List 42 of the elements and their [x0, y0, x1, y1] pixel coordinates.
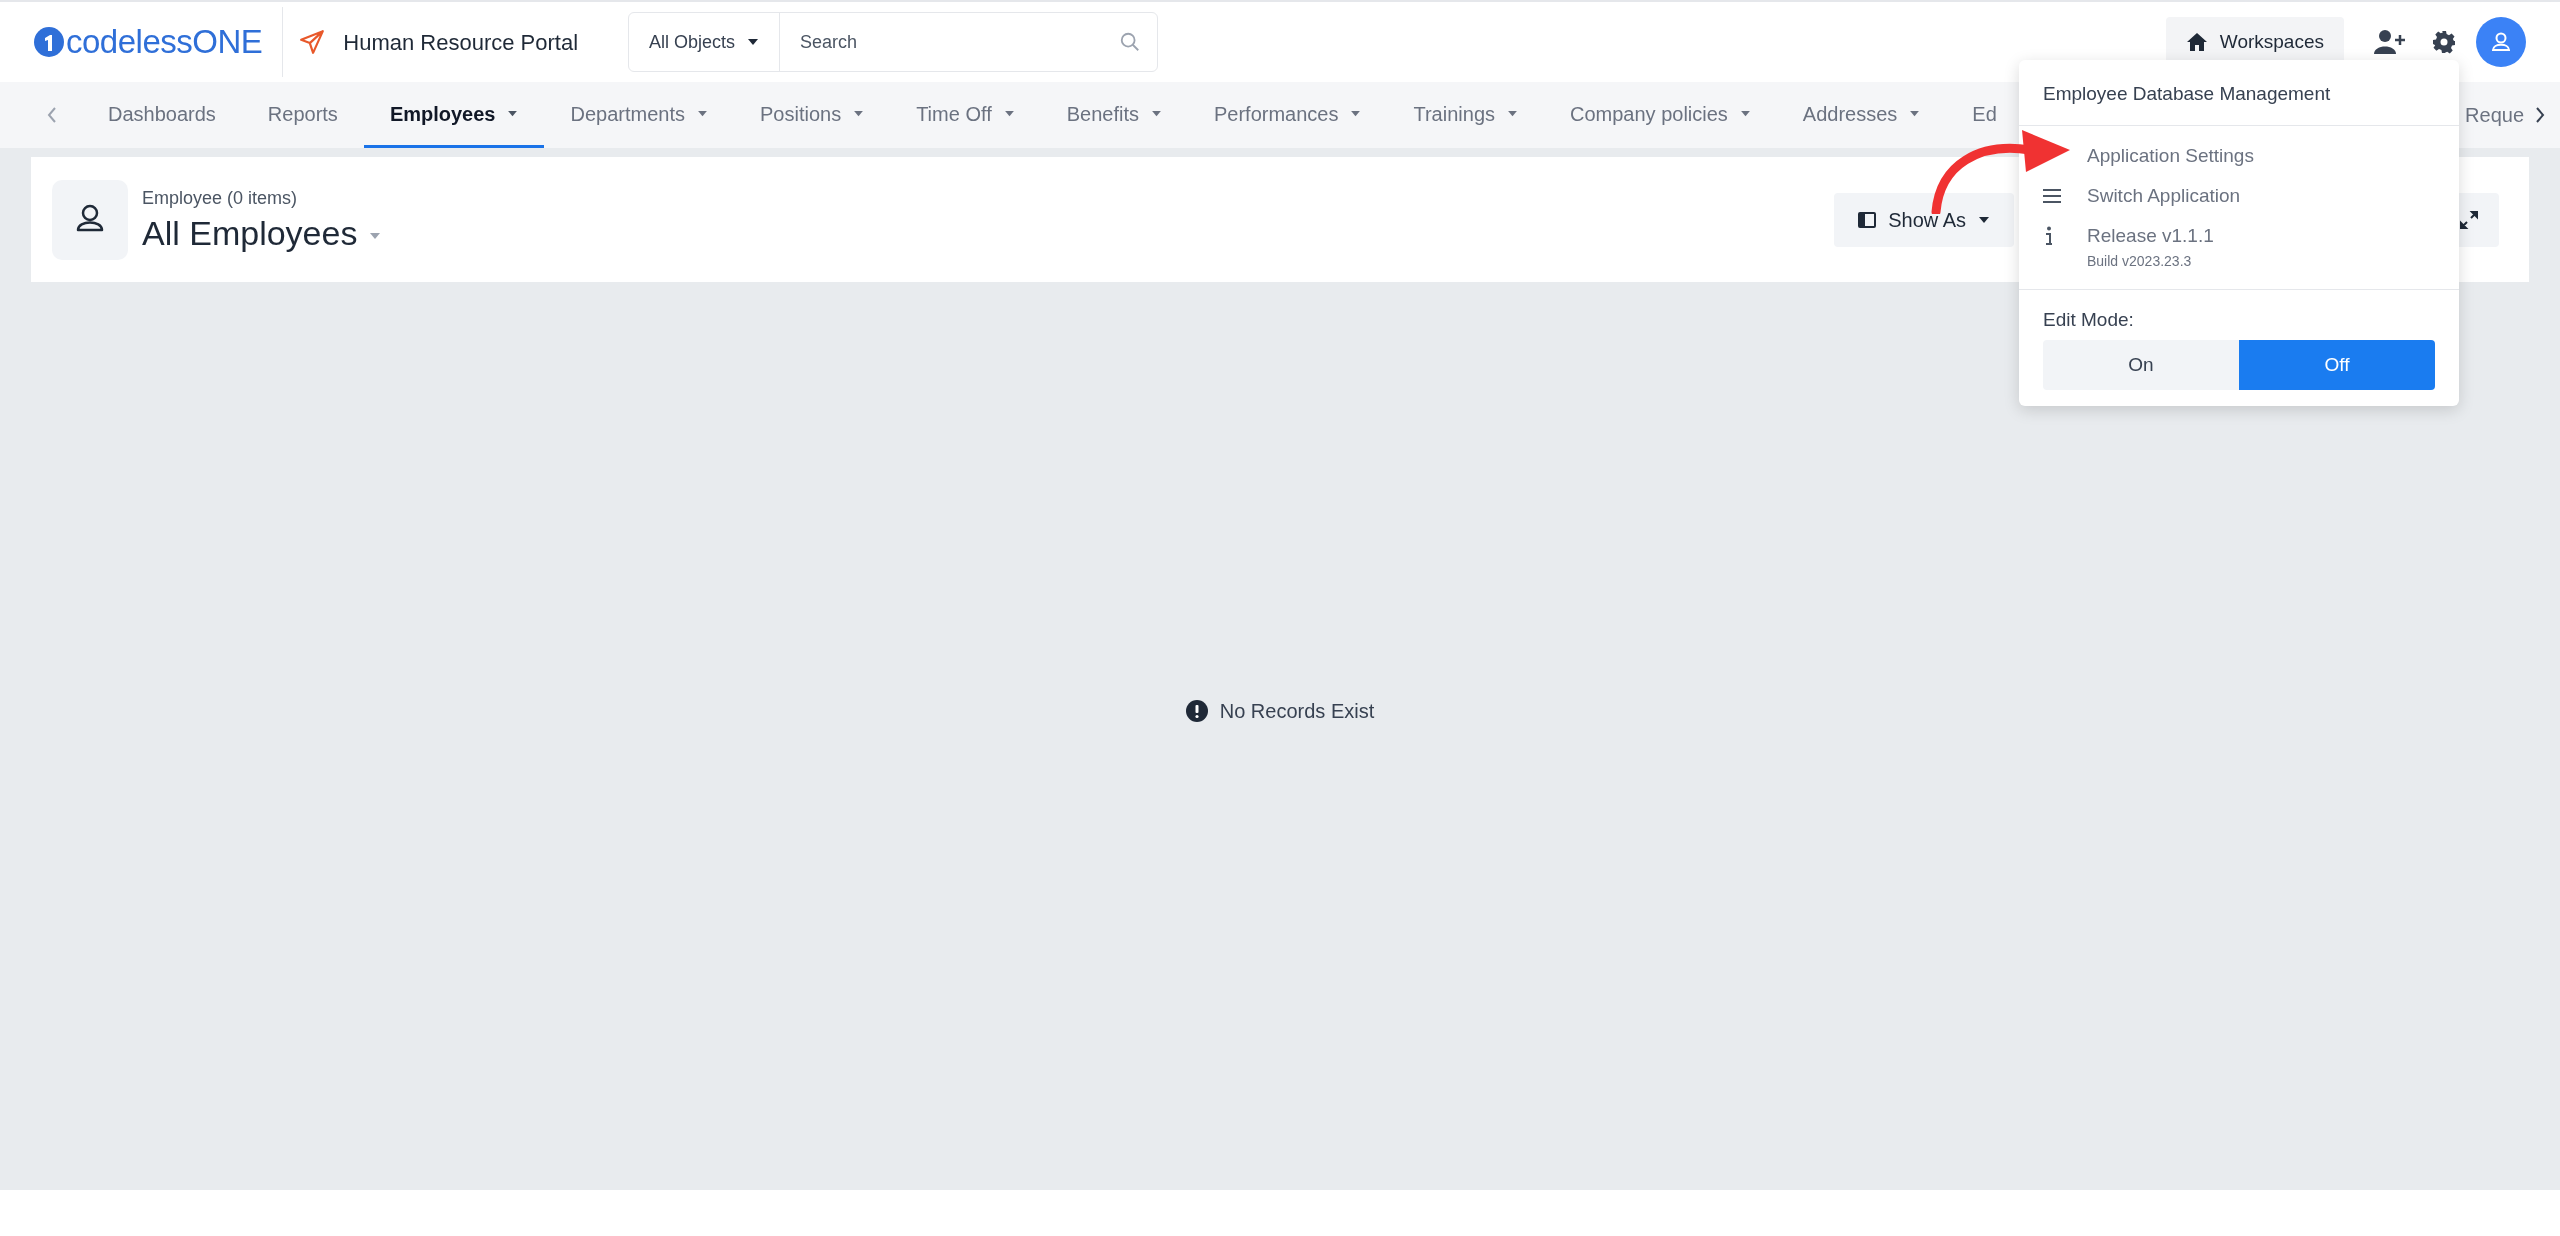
- nav-tab[interactable]: Positions: [734, 82, 891, 148]
- caret-icon: [1978, 215, 1990, 224]
- nav-tab[interactable]: Performances: [1188, 82, 1388, 148]
- mode-toggle-option[interactable]: On: [2043, 340, 2239, 390]
- scope-dropdown[interactable]: All Objects: [629, 13, 781, 71]
- menu-icon: [2043, 188, 2061, 203]
- nav-tab[interactable]: Time Off: [890, 82, 1041, 148]
- caret-icon: [747, 38, 760, 46]
- edit-mode-label: Edit Mode:: [2043, 307, 2135, 332]
- menu-item[interactable]: Switch Application: [2019, 175, 2459, 216]
- nav-tab[interactable]: Reque: [2465, 82, 2534, 148]
- home-icon: [2185, 32, 2208, 52]
- nav-tab[interactable]: Addresses: [1776, 82, 1947, 148]
- avatar-icon[interactable]: [2476, 17, 2526, 67]
- paper-plane-icon: [299, 29, 326, 55]
- build-label: Build v2023.23.3: [2087, 251, 2193, 271]
- app-title: Human Resource Portal: [343, 28, 579, 57]
- mode-toggle-option[interactable]: Off: [2239, 340, 2435, 390]
- nav-tab[interactable]: Departments: [544, 82, 734, 148]
- show-as-button[interactable]: Show As: [1834, 192, 2014, 247]
- expand-icon: [2460, 210, 2478, 229]
- search-bar[interactable]: All Objects Search: [628, 12, 1159, 72]
- chevron-right-icon[interactable]: [2534, 106, 2546, 124]
- settings-icon[interactable]: [2432, 30, 2456, 54]
- nav-tab[interactable]: Reports: [241, 82, 364, 148]
- layout-icon: [1858, 211, 1877, 228]
- view-title[interactable]: All Employees: [142, 211, 358, 255]
- add-user-icon[interactable]: [2374, 29, 2406, 55]
- info-icon: [2045, 225, 2053, 246]
- search-icon: [1119, 31, 1142, 53]
- nav-tab[interactable]: Company policies: [1544, 82, 1777, 148]
- nav-tab[interactable]: Trainings: [1387, 82, 1544, 148]
- logo-icon: [34, 27, 64, 57]
- nav-tab[interactable]: Dashboards: [82, 82, 242, 148]
- view-subtitle: Employee (0 items): [142, 186, 299, 210]
- nav-tab[interactable]: Benefits: [1040, 82, 1188, 148]
- menu-item[interactable]: Release v1.1.1 Build v2023.23.3: [2019, 215, 2459, 279]
- alert-icon: [1185, 700, 1208, 722]
- empty-message: No Records Exist: [1219, 699, 1375, 724]
- logo-text: codelessONE: [66, 22, 263, 63]
- person-icon: [52, 179, 128, 260]
- menu-title: Employee Database Management: [2019, 60, 2459, 126]
